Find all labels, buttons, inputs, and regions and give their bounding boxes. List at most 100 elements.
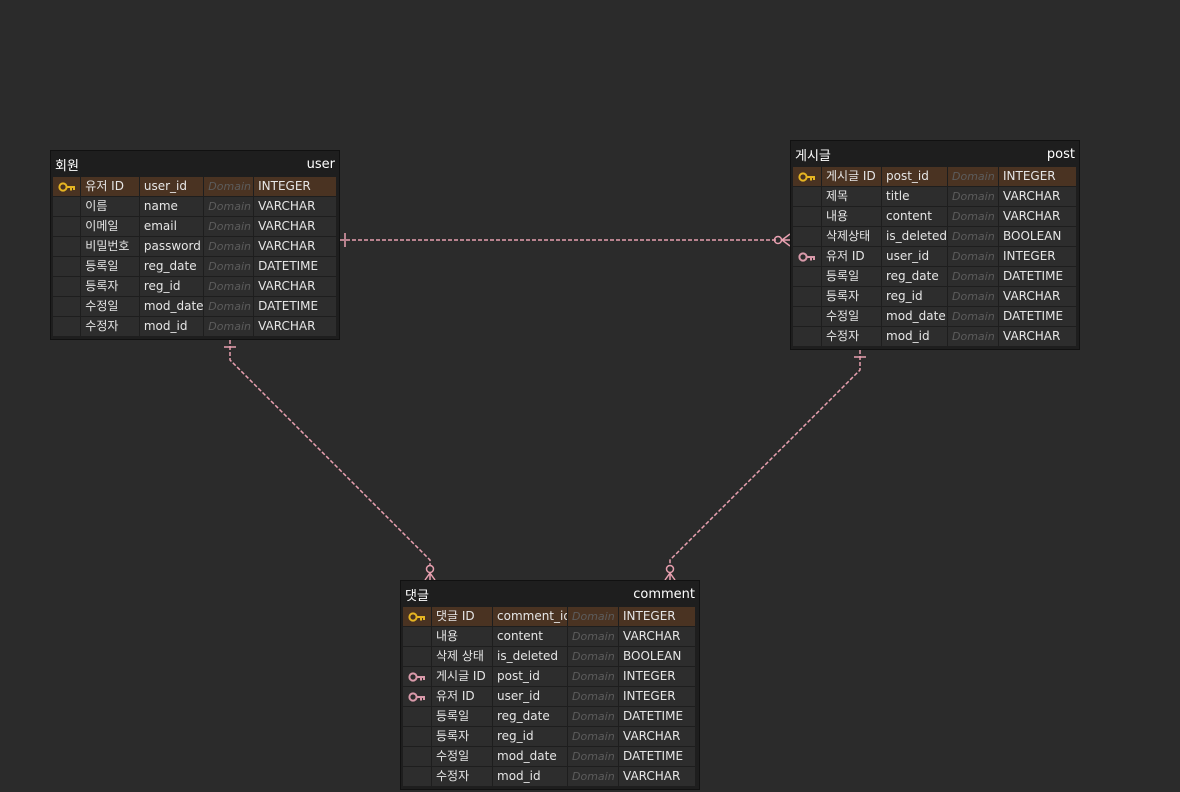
key-cell xyxy=(403,767,431,786)
column-row[interactable]: 등록자 reg_id Domain VARCHAR xyxy=(793,287,1077,307)
entity-header[interactable]: 회원 user xyxy=(51,151,339,177)
column-physical-name: reg_id xyxy=(493,727,567,746)
column-data-type: VARCHAR xyxy=(999,187,1076,206)
column-domain: Domain xyxy=(948,287,998,306)
column-physical-name: mod_id xyxy=(139,317,204,336)
column-physical-name: reg_id xyxy=(882,287,947,306)
column-data-type: DATETIME xyxy=(999,307,1076,326)
key-cell xyxy=(403,747,431,766)
primary-key-icon xyxy=(793,167,821,186)
column-domain: Domain xyxy=(948,327,998,346)
column-row[interactable]: 수정자 mod_id Domain VARCHAR xyxy=(403,767,697,787)
entity-physical-name: post xyxy=(1046,146,1075,162)
column-data-type: INTEGER xyxy=(619,667,695,686)
column-physical-name: reg_id xyxy=(139,277,204,296)
column-row[interactable]: 수정일 mod_date Domain DATETIME xyxy=(53,297,337,317)
entity-user[interactable]: 회원 user 유저 ID user_id Domain INTEGER 이름 name D… xyxy=(50,150,340,340)
column-row[interactable]: 게시글 ID post_id Domain INTEGER xyxy=(403,667,697,687)
foreign-key-icon xyxy=(403,667,431,686)
column-row[interactable]: 유저 ID user_id Domain INTEGER xyxy=(793,247,1077,267)
column-domain: Domain xyxy=(204,257,254,276)
column-logical-name: 등록일 xyxy=(822,267,881,286)
column-row[interactable]: 이름 name Domain VARCHAR xyxy=(53,197,337,217)
key-cell xyxy=(403,727,431,746)
column-data-type: INTEGER xyxy=(619,687,695,706)
column-logical-name: 수정자 xyxy=(432,767,492,786)
column-logical-name: 내용 xyxy=(432,627,492,646)
column-row[interactable]: 등록일 reg_date Domain DATETIME xyxy=(793,267,1077,287)
column-domain: Domain xyxy=(204,237,254,256)
column-row[interactable]: 수정자 mod_id Domain VARCHAR xyxy=(53,317,337,337)
column-domain: Domain xyxy=(204,297,254,316)
column-row[interactable]: 등록일 reg_date Domain DATETIME xyxy=(53,257,337,277)
column-row[interactable]: 유저 ID user_id Domain INTEGER xyxy=(403,687,697,707)
entity-logical-name: 댓글 xyxy=(405,588,429,604)
column-row[interactable]: 등록자 reg_id Domain VARCHAR xyxy=(53,277,337,297)
entity-logical-name: 회원 xyxy=(55,158,79,174)
column-row[interactable]: 이메일 email Domain VARCHAR xyxy=(53,217,337,237)
column-logical-name: 유저 ID xyxy=(432,687,492,706)
column-logical-name: 등록자 xyxy=(432,727,492,746)
entity-comment[interactable]: 댓글 comment 댓글 ID comment_id Domain INTEGER 내… xyxy=(400,580,700,790)
column-logical-name: 삭제 상태 xyxy=(432,647,492,666)
column-row[interactable]: 게시글 ID post_id Domain INTEGER xyxy=(793,167,1077,187)
column-row[interactable]: 내용 content Domain VARCHAR xyxy=(793,207,1077,227)
column-data-type: VARCHAR xyxy=(254,197,337,216)
column-domain: Domain xyxy=(948,267,998,286)
column-row[interactable]: 내용 content Domain VARCHAR xyxy=(403,627,697,647)
entity-post[interactable]: 게시글 post 게시글 ID post_id Domain INTEGER 제목 tit… xyxy=(790,140,1080,350)
entity-logical-name: 게시글 xyxy=(795,148,831,164)
column-physical-name: mod_date xyxy=(139,297,204,316)
column-physical-name: mod_date xyxy=(882,307,947,326)
column-data-type: DATETIME xyxy=(254,297,337,316)
column-row[interactable]: 비밀번호 password Domain VARCHAR xyxy=(53,237,337,257)
column-data-type: VARCHAR xyxy=(619,627,695,646)
column-domain: Domain xyxy=(568,667,618,686)
entity-header[interactable]: 게시글 post xyxy=(791,141,1079,167)
key-cell xyxy=(53,237,81,256)
column-domain: Domain xyxy=(568,767,618,786)
column-domain: Domain xyxy=(568,607,618,626)
column-data-type: INTEGER xyxy=(619,607,695,626)
entity-header[interactable]: 댓글 comment xyxy=(401,581,699,607)
column-physical-name: mod_id xyxy=(882,327,947,346)
column-row[interactable]: 수정일 mod_date Domain DATETIME xyxy=(793,307,1077,327)
many-marker xyxy=(424,572,436,581)
column-logical-name: 등록자 xyxy=(81,277,139,296)
key-cell xyxy=(793,327,821,346)
column-data-type: VARCHAR xyxy=(254,217,337,236)
entity-columns: 댓글 ID comment_id Domain INTEGER 내용 content Dom… xyxy=(401,607,699,789)
key-cell xyxy=(53,277,81,296)
zero-marker xyxy=(665,564,675,574)
key-cell xyxy=(53,317,81,336)
entity-columns: 유저 ID user_id Domain INTEGER 이름 name Domain VAR… xyxy=(51,177,339,339)
column-row[interactable]: 수정일 mod_date Domain DATETIME xyxy=(403,747,697,767)
column-logical-name: 수정자 xyxy=(81,317,139,336)
entity-physical-name: comment xyxy=(633,586,695,602)
column-logical-name: 수정일 xyxy=(432,747,492,766)
column-logical-name: 등록자 xyxy=(822,287,881,306)
column-row[interactable]: 제목 title Domain VARCHAR xyxy=(793,187,1077,207)
column-row[interactable]: 삭제상태 is_deleted Domain BOOLEAN xyxy=(793,227,1077,247)
column-row[interactable]: 댓글 ID comment_id Domain INTEGER xyxy=(403,607,697,627)
column-row[interactable]: 등록일 reg_date Domain DATETIME xyxy=(403,707,697,727)
column-data-type: VARCHAR xyxy=(254,317,337,336)
key-cell xyxy=(53,297,81,316)
column-domain: Domain xyxy=(204,177,254,196)
column-domain: Domain xyxy=(568,687,618,706)
key-cell xyxy=(53,197,81,216)
column-physical-name: reg_date xyxy=(493,707,567,726)
column-row[interactable]: 삭제 상태 is_deleted Domain BOOLEAN xyxy=(403,647,697,667)
column-domain: Domain xyxy=(568,707,618,726)
column-row[interactable]: 유저 ID user_id Domain INTEGER xyxy=(53,177,337,197)
column-row[interactable]: 수정자 mod_id Domain VARCHAR xyxy=(793,327,1077,347)
column-physical-name: title xyxy=(882,187,947,206)
column-logical-name: 수정자 xyxy=(822,327,881,346)
column-logical-name: 제목 xyxy=(822,187,881,206)
column-data-type: VARCHAR xyxy=(254,237,337,256)
column-physical-name: post_id xyxy=(882,167,947,186)
key-cell xyxy=(53,257,81,276)
column-physical-name: mod_date xyxy=(493,747,567,766)
zero-marker xyxy=(773,235,783,245)
column-row[interactable]: 등록자 reg_id Domain VARCHAR xyxy=(403,727,697,747)
